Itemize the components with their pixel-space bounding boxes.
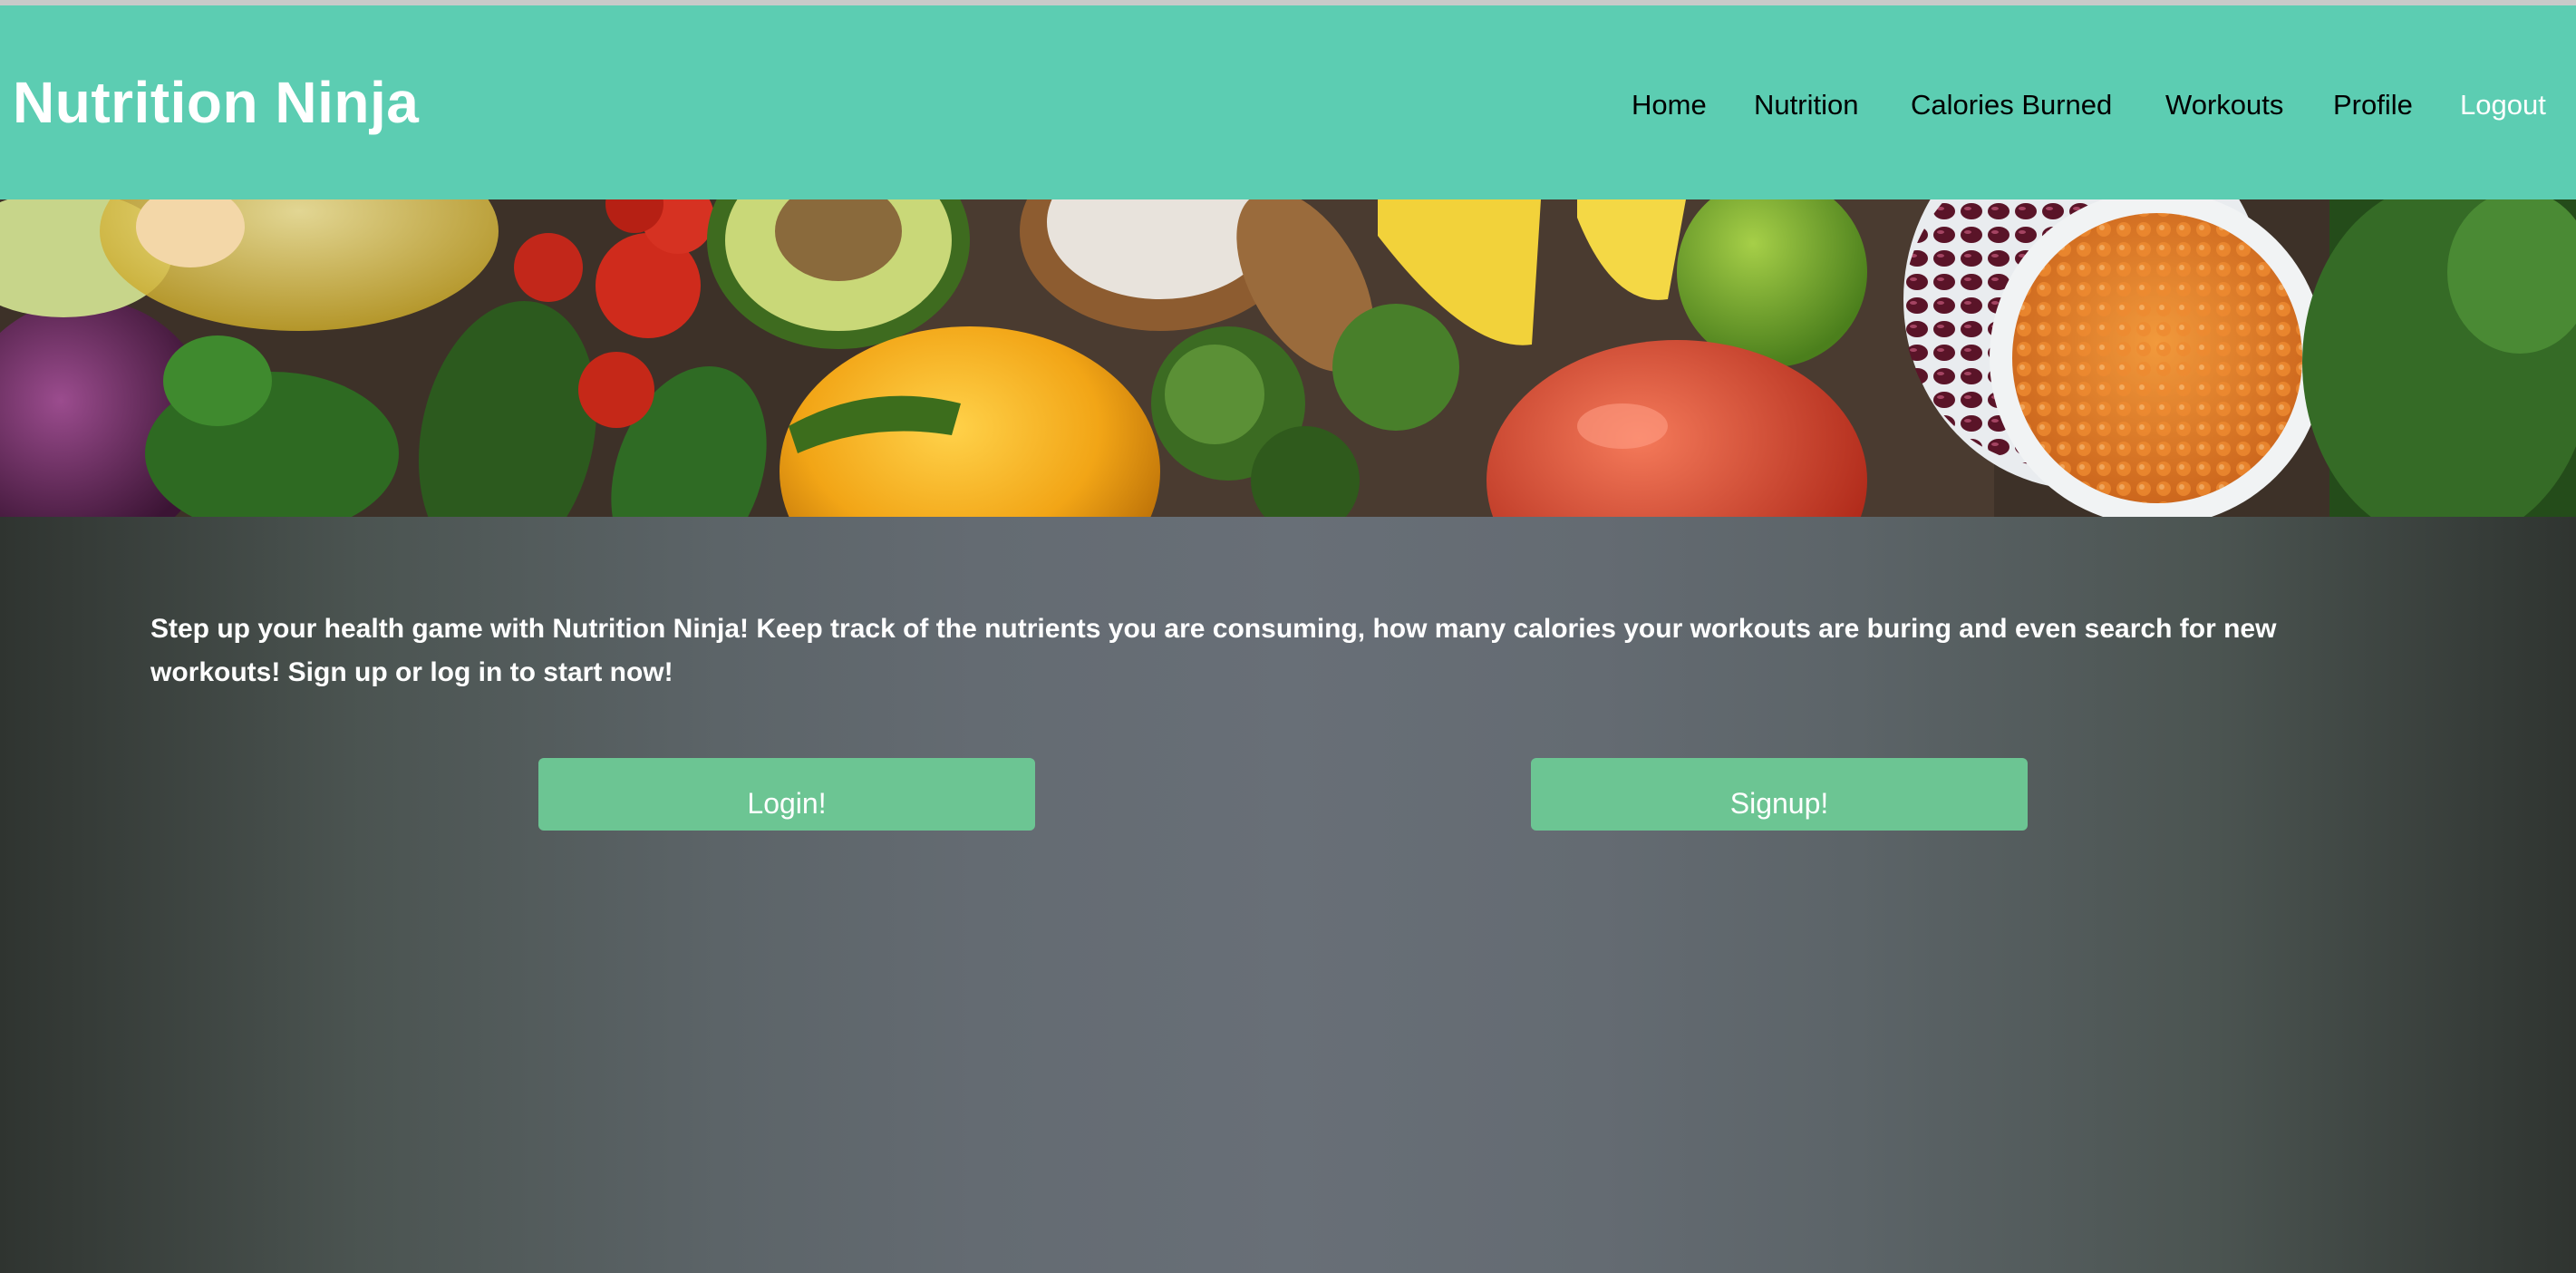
hero-section: Step up your health game with Nutrition … xyxy=(0,517,2576,1273)
nav-calories-burned[interactable]: Calories Burned xyxy=(1911,89,2112,121)
nav-logout[interactable]: Logout xyxy=(2460,89,2546,121)
nav-profile[interactable]: Profile xyxy=(2333,89,2413,121)
site-header: Nutrition Ninja Home Nutrition Calories … xyxy=(0,5,2576,199)
nav-nutrition[interactable]: Nutrition xyxy=(1754,89,1858,121)
nav-home[interactable]: Home xyxy=(1632,89,1707,121)
vegetables-illustration xyxy=(0,199,2576,517)
nav-workouts[interactable]: Workouts xyxy=(2165,89,2283,121)
page: Nutrition Ninja Home Nutrition Calories … xyxy=(0,0,2576,1273)
vegetables-banner-image xyxy=(0,199,2576,517)
login-button[interactable]: Login! xyxy=(538,758,1035,831)
brand-title[interactable]: Nutrition Ninja xyxy=(13,69,419,136)
intro-text: Step up your health game with Nutrition … xyxy=(150,614,2277,687)
signup-button[interactable]: Signup! xyxy=(1531,758,2028,831)
